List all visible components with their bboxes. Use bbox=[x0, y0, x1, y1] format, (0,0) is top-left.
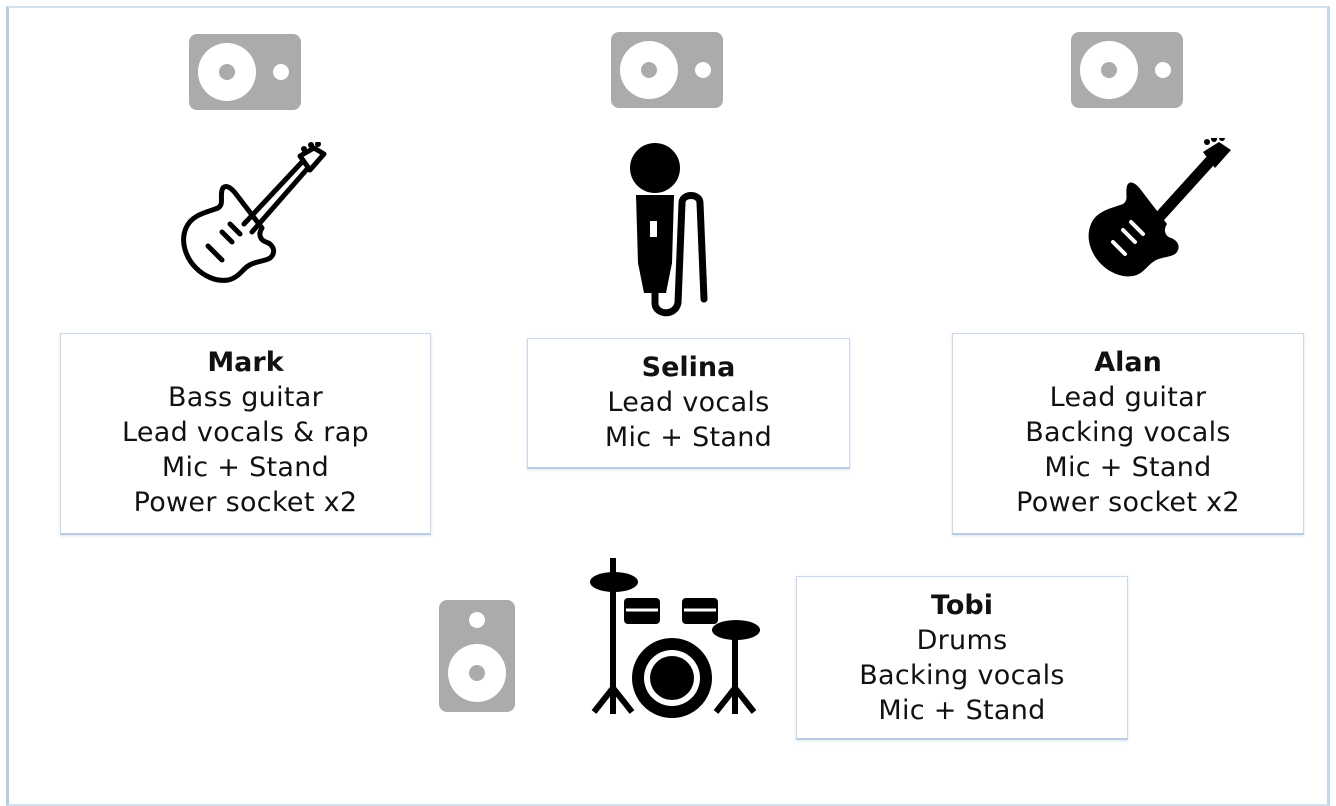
member-requirement: Power socket x2 bbox=[1016, 487, 1240, 518]
member-role: Backing vocals bbox=[859, 660, 1065, 691]
drum-kit-icon bbox=[588, 558, 764, 720]
member-name: Tobi bbox=[931, 590, 993, 621]
member-role: Backing vocals bbox=[1025, 417, 1231, 448]
member-role: Lead guitar bbox=[1049, 382, 1207, 413]
speaker-monitor-icon bbox=[189, 34, 301, 110]
member-role: Lead vocals bbox=[607, 387, 770, 418]
bass-guitar-icon bbox=[178, 142, 330, 288]
microphone-icon bbox=[628, 143, 714, 319]
member-card-mark: Mark Bass guitar Lead vocals & rap Mic +… bbox=[60, 333, 431, 535]
member-role: Drums bbox=[916, 625, 1008, 656]
member-requirement: Mic + Stand bbox=[878, 695, 1046, 726]
speaker-monitor-icon bbox=[611, 32, 723, 108]
member-name: Selina bbox=[641, 352, 736, 383]
member-requirement: Mic + Stand bbox=[604, 422, 773, 453]
member-card-alan: Alan Lead guitar Backing vocals Mic + St… bbox=[952, 333, 1304, 535]
speaker-monitor-icon bbox=[1071, 32, 1183, 108]
member-name: Alan bbox=[1094, 347, 1162, 378]
speaker-icon bbox=[439, 600, 515, 712]
member-role: Bass guitar bbox=[167, 382, 324, 413]
member-requirement: Mic + Stand bbox=[1044, 452, 1212, 483]
electric-guitar-icon bbox=[1083, 138, 1235, 284]
member-name: Mark bbox=[207, 347, 284, 378]
member-requirement: Mic + Stand bbox=[161, 452, 330, 483]
member-card-tobi: Tobi Drums Backing vocals Mic + Stand bbox=[796, 576, 1128, 740]
member-role: Lead vocals & rap bbox=[121, 417, 369, 448]
member-card-selina: Selina Lead vocals Mic + Stand bbox=[527, 338, 850, 469]
member-requirement: Power socket x2 bbox=[133, 487, 358, 518]
